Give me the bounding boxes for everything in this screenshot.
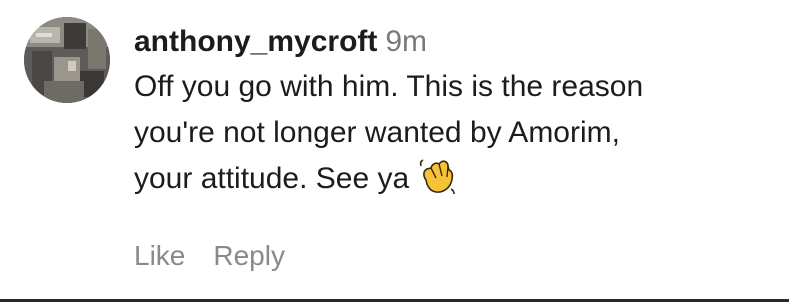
avatar-photo-icon (24, 17, 110, 103)
username-link[interactable]: anthony_mycroft (134, 25, 377, 58)
divider (0, 299, 789, 302)
comment-line: you're not longer wanted by Amorim, (134, 116, 620, 149)
reply-button[interactable]: Reply (213, 236, 285, 276)
avatar[interactable] (24, 17, 110, 103)
comment-text: Off you go with him. This is the reason … (134, 64, 774, 202)
comment-timestamp: 9m (385, 25, 428, 58)
comment-line: Off you go with him. This is the reason (134, 70, 644, 103)
comment-actions: Like Reply (134, 236, 313, 276)
comment-line: your attitude. See ya (134, 162, 410, 195)
comment-header: anthony_mycroft 9m (134, 20, 774, 64)
comment-content: anthony_mycroft 9m Off you go with him. T… (134, 20, 774, 202)
waving-hand-icon (417, 156, 457, 196)
comment-card: anthony_mycroft 9m Off you go with him. T… (0, 0, 789, 305)
like-button[interactable]: Like (134, 236, 185, 276)
